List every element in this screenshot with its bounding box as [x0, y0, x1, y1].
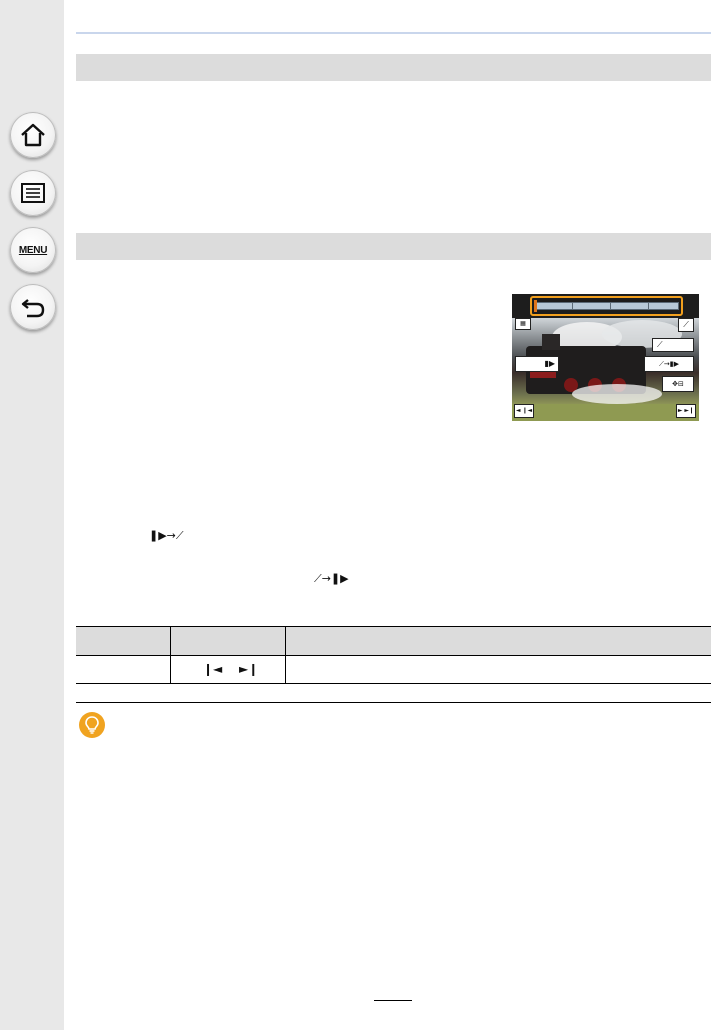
- header-rule: [76, 32, 711, 34]
- previous-frame-icon: ❙◄: [203, 662, 223, 676]
- back-arrow-icon: [21, 299, 45, 318]
- cursor-icon[interactable]: ✥⊟: [662, 376, 694, 392]
- table-column-divider: [170, 626, 171, 684]
- table-column-divider: [285, 626, 286, 684]
- scene-icon[interactable]: ▦: [515, 318, 531, 330]
- mark-to-clip-glyph: ⟋→❚▶: [314, 572, 349, 585]
- page-number-underline: [374, 1000, 412, 1001]
- clip-to-mark-glyph: ❚▶→⟋: [149, 529, 184, 542]
- table-rule-top: [76, 626, 711, 627]
- list-icon: [21, 183, 45, 203]
- mark-icon[interactable]: ⟋: [678, 318, 694, 332]
- clip-icon[interactable]: ▮▶: [515, 356, 559, 372]
- home-icon: [21, 123, 45, 147]
- tips-badge: [79, 712, 105, 738]
- grass-foreground: [512, 404, 699, 421]
- camera-screen-preview: ▦ ⟋ ⟋ ▮▶ ⟋→▮▶ ✥⊟ ◄ ❙◄ ► ►❙: [512, 294, 699, 421]
- timeline-highlight: [530, 296, 683, 316]
- steam-cloud: [572, 384, 662, 404]
- section-heading-bar-1: [76, 54, 711, 81]
- table-header-row: [76, 627, 711, 655]
- contents-button[interactable]: [10, 170, 56, 216]
- lightbulb-icon: [85, 716, 99, 734]
- menu-icon: MENU: [18, 244, 48, 256]
- next-frame-icon: ►❙: [239, 662, 259, 676]
- back-button[interactable]: [10, 284, 56, 330]
- home-button[interactable]: [10, 112, 56, 158]
- table-rule-bottom: [76, 683, 711, 684]
- prev-icon[interactable]: ◄ ❙◄: [514, 404, 534, 418]
- table-rule-mid: [76, 655, 711, 656]
- tips-rule: [76, 702, 711, 703]
- section-heading-bar-2: [76, 233, 711, 260]
- mark-pointer-icon: ⟋: [652, 338, 694, 352]
- mark-to-clip-icon[interactable]: ⟋→▮▶: [644, 356, 694, 372]
- locomotive-chimney: [542, 334, 560, 350]
- menu-button[interactable]: MENU: [10, 227, 56, 273]
- next-icon[interactable]: ► ►❙: [676, 404, 696, 418]
